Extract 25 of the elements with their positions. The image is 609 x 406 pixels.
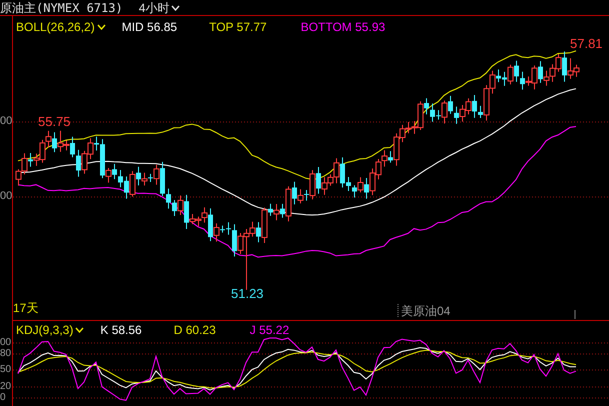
axis-label: 80: [0, 349, 12, 359]
axis-label: 00: [0, 338, 12, 348]
indicator-dropdown[interactable]: KDJ(9,3,3): [16, 324, 84, 336]
axis-label: 00: [0, 191, 12, 202]
chevron-icon: [96, 24, 106, 30]
chevron-icon: [171, 4, 180, 10]
indicator-reading: J 55.22: [250, 324, 290, 336]
chevron-icon: [75, 327, 84, 333]
axis-label: 00: [0, 116, 12, 127]
indicator-reading: K 58.56: [100, 324, 142, 336]
indicator-reading: TOP 57.77: [209, 21, 267, 33]
axis-label: 50: [0, 365, 12, 375]
price-label: 57.81: [570, 37, 603, 50]
axis-label: 20: [0, 382, 12, 392]
indicator-reading: D 60.23: [174, 324, 216, 336]
price-label: 51.23: [231, 287, 264, 300]
indicator-reading: MID 56.85: [122, 21, 178, 33]
price-label: 55.75: [38, 115, 71, 128]
contract-label: 美原油04: [401, 305, 450, 317]
axis-label: 0: [0, 393, 6, 403]
indicator-reading: BOTTOM 55.93: [300, 21, 386, 33]
time-span-label: 17天: [13, 302, 38, 314]
period-dropdown[interactable]: 4小时: [138, 2, 180, 14]
chart-title: 原油主(NYMEX 6713): [0, 2, 123, 14]
indicator-dropdown[interactable]: BOLL(26,26,2): [16, 21, 106, 33]
